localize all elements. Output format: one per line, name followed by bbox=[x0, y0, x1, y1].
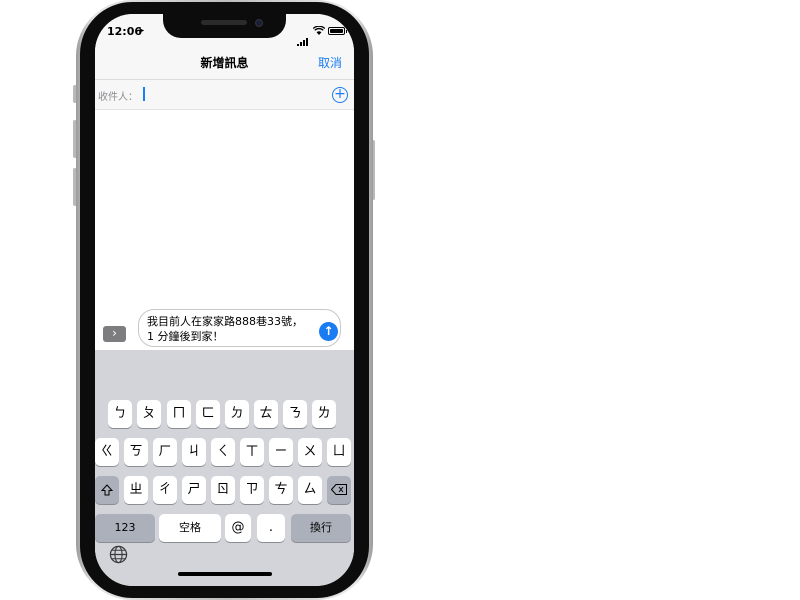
cancel-button[interactable]: 取消 bbox=[318, 54, 342, 71]
key[interactable]: ㄏ bbox=[153, 438, 177, 466]
speaker-grille bbox=[201, 20, 247, 25]
battery-icon bbox=[328, 27, 347, 35]
globe-icon[interactable] bbox=[109, 545, 128, 564]
page-title: 新增訊息 bbox=[200, 56, 249, 70]
key[interactable]: ㄍ bbox=[95, 438, 119, 466]
delete-key[interactable] bbox=[327, 476, 351, 504]
zhuyin-keyboard: ㄅ ㄆ ㄇ ㄈ ㄉ ㄊ ㄋ ㄌ ㄍ ㄎ ㄏ ㄐ ㄑ ㄒ ㄧ ㄨ ㄩ ㄓ ㄔ ㄕ … bbox=[95, 350, 354, 586]
message-text-line: 我目前人在家家路888巷33號， bbox=[147, 315, 303, 328]
recipient-label: 收件人： bbox=[98, 92, 138, 103]
key[interactable]: ㄊ bbox=[254, 400, 278, 428]
key[interactable]: ㄔ bbox=[153, 476, 177, 504]
key[interactable]: ㄕ bbox=[182, 476, 206, 504]
key[interactable]: ㄇ bbox=[167, 400, 191, 428]
front-camera bbox=[255, 19, 263, 27]
wifi-icon bbox=[313, 26, 325, 35]
status-time: 12:06 bbox=[107, 25, 143, 38]
key[interactable]: ㄘ bbox=[269, 476, 293, 504]
key[interactable]: ㄗ bbox=[240, 476, 264, 504]
key[interactable]: ㄩ bbox=[327, 438, 351, 466]
location-arrow-icon: ➤ bbox=[138, 26, 145, 35]
message-input[interactable]: 我目前人在家家路888巷33號， 1 分鐘後到家！ bbox=[138, 309, 341, 347]
key[interactable]: ㄑ bbox=[211, 438, 235, 466]
key[interactable]: ㄓ bbox=[124, 476, 148, 504]
cellular-signal-icon bbox=[297, 28, 309, 47]
message-area bbox=[95, 110, 354, 310]
return-key[interactable]: 換行 bbox=[291, 514, 351, 542]
dot-key[interactable]: . bbox=[257, 514, 285, 542]
key[interactable]: ㄉ bbox=[225, 400, 249, 428]
text-cursor bbox=[143, 87, 145, 101]
shift-icon bbox=[100, 483, 114, 495]
recipient-field[interactable]: 收件人： + bbox=[95, 80, 354, 110]
key[interactable]: ㄎ bbox=[124, 438, 148, 466]
compose-bar: › 我目前人在家家路888巷33號， 1 分鐘後到家！ ↑ bbox=[95, 304, 354, 350]
key[interactable]: ㄐ bbox=[182, 438, 206, 466]
apps-toggle-button[interactable]: › bbox=[103, 326, 126, 342]
space-key[interactable]: 空格 bbox=[159, 514, 221, 542]
key[interactable]: ㄌ bbox=[312, 400, 336, 428]
key[interactable]: ㄆ bbox=[137, 400, 161, 428]
chevron-right-icon: › bbox=[112, 326, 117, 340]
key[interactable]: ㄨ bbox=[298, 438, 322, 466]
add-recipient-button[interactable]: + bbox=[332, 87, 348, 103]
key[interactable]: ㄈ bbox=[196, 400, 220, 428]
navigation-bar: 新增訊息 取消 bbox=[95, 46, 354, 80]
phone-screen: 12:06 ➤ 新增訊息 取消 收件人： + › 我目前人在家家路888巷33號… bbox=[95, 14, 354, 586]
home-indicator[interactable] bbox=[178, 572, 272, 576]
key[interactable]: ㄧ bbox=[269, 438, 293, 466]
send-button[interactable]: ↑ bbox=[319, 322, 338, 341]
key[interactable]: ㄅ bbox=[108, 400, 132, 428]
key[interactable]: ㄙ bbox=[298, 476, 322, 504]
key[interactable]: ㄒ bbox=[240, 438, 264, 466]
numbers-key[interactable]: 123 bbox=[95, 514, 155, 542]
key[interactable]: ㄖ bbox=[211, 476, 235, 504]
key[interactable]: ㄋ bbox=[283, 400, 307, 428]
message-text-line: 1 分鐘後到家！ bbox=[147, 330, 224, 343]
arrow-up-icon: ↑ bbox=[323, 324, 334, 338]
shift-key[interactable] bbox=[95, 476, 119, 504]
notch bbox=[163, 14, 286, 38]
delete-icon bbox=[330, 484, 347, 495]
at-key[interactable]: @ bbox=[225, 514, 251, 542]
